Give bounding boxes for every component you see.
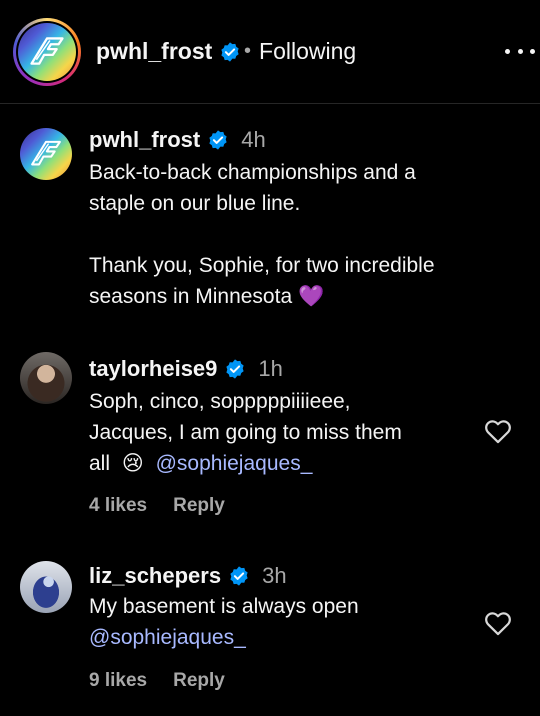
comment-text: Soph, cinco, sopppppiiiieee, Jacques, I … — [89, 386, 529, 479]
caption-avatar[interactable] — [20, 128, 72, 180]
comment-line: My basement is always open — [89, 595, 359, 618]
header-username-text[interactable]: pwhl_frost — [96, 38, 212, 65]
comment-time: 1h — [258, 356, 283, 381]
post-header: pwhl_frost • Following — [0, 0, 540, 104]
pwhl-frost-logo-icon — [18, 23, 76, 81]
likes-count[interactable]: 4 likes — [89, 495, 147, 517]
comment-actions: 9 likes Reply — [89, 670, 529, 692]
caption-meta: pwhl_frost 4h — [89, 125, 529, 155]
mention-link[interactable]: @sophiejaques_ — [89, 626, 246, 649]
comment-line: Soph, cinco, sopppppiiiieee, — [89, 390, 351, 413]
reply-button[interactable]: Reply — [173, 670, 225, 692]
commenter-avatar[interactable] — [20, 352, 72, 404]
verified-badge-icon — [219, 41, 241, 63]
like-heart-icon[interactable] — [484, 610, 512, 636]
caption-line: seasons in Minnesota — [89, 285, 293, 308]
reply-button[interactable]: Reply — [173, 495, 225, 517]
comment-username[interactable]: liz_schepers — [89, 563, 221, 589]
caption-line: staple on our blue line. — [89, 192, 301, 215]
separator-dot: • — [244, 40, 252, 62]
comment-meta: liz_schepers 3h — [89, 561, 529, 591]
caption-time: 4h — [241, 127, 266, 152]
caption-text: Back-to-back championships and a staple … — [89, 157, 529, 312]
follow-status[interactable]: • Following — [240, 38, 356, 65]
purple-heart-emoji: 💜 — [297, 285, 325, 308]
caption-line: Thank you, Sophie, for two incredible — [89, 254, 435, 277]
comment-line: all — [89, 452, 111, 475]
comment-actions: 4 likes Reply — [89, 495, 529, 517]
likes-count[interactable]: 9 likes — [89, 670, 147, 692]
commenter-avatar[interactable] — [20, 561, 72, 613]
crying-face-emoji: 😢 — [121, 452, 144, 475]
comment-username[interactable]: taylorheise9 — [89, 356, 217, 382]
more-options-icon[interactable] — [505, 44, 535, 58]
comment-text: My basement is always open @sophiejaques… — [89, 591, 529, 653]
caption-line: Back-to-back championships and a — [89, 161, 416, 184]
verified-badge-icon — [207, 129, 229, 151]
following-button[interactable]: Following — [259, 38, 356, 65]
caption-username[interactable]: pwhl_frost — [89, 127, 200, 153]
verified-badge-icon — [228, 565, 250, 587]
comment-time: 3h — [262, 563, 287, 588]
comment-line: Jacques, I am going to miss them — [89, 421, 402, 444]
comment-meta: taylorheise9 1h — [89, 354, 529, 384]
story-ring-avatar[interactable] — [13, 18, 81, 86]
header-username[interactable]: pwhl_frost — [96, 38, 241, 65]
verified-badge-icon — [224, 358, 246, 380]
mention-link[interactable]: @sophiejaques_ — [156, 452, 313, 475]
like-heart-icon[interactable] — [484, 418, 512, 444]
